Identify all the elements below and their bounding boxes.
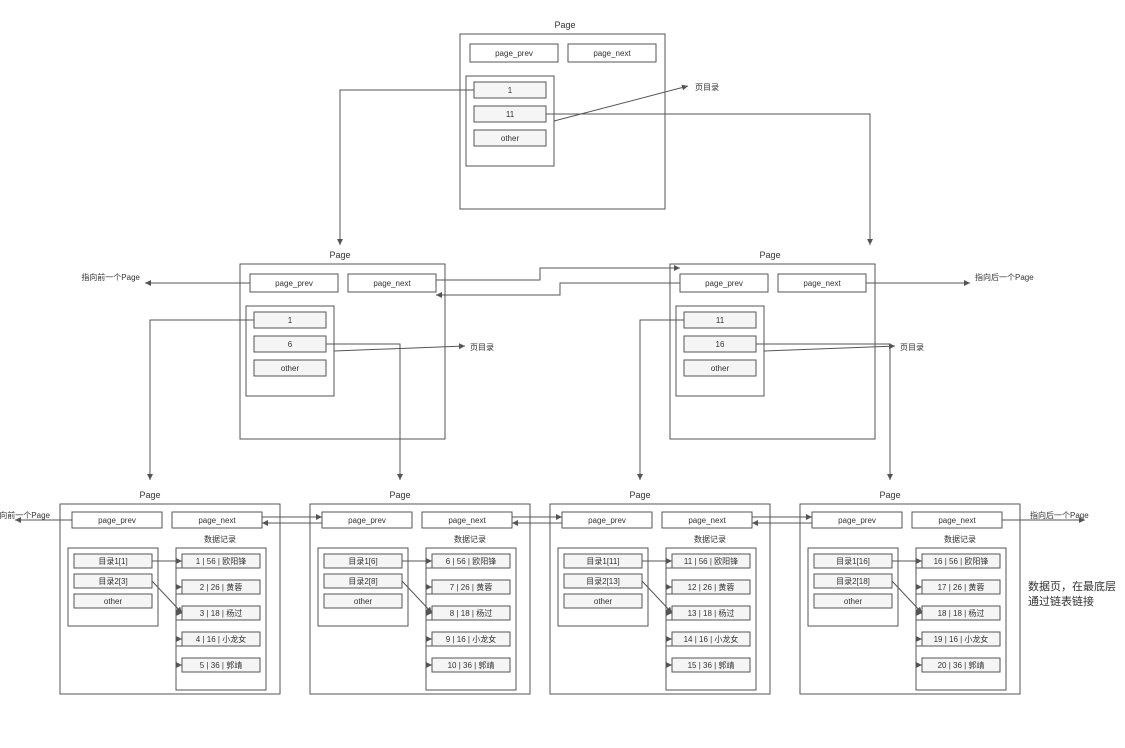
svg-text:数据记录: 数据记录 xyxy=(204,534,236,544)
svg-text:目录1[1]: 目录1[1] xyxy=(98,557,127,566)
svg-text:13 | 18 | 杨过: 13 | 18 | 杨过 xyxy=(688,608,735,618)
svg-text:other: other xyxy=(281,364,300,373)
leaf-4: Page page_prev page_next 数据记录 目录1[16] 目录… xyxy=(800,490,1020,694)
svg-text:15 | 36 | 郭靖: 15 | 36 | 郭靖 xyxy=(688,660,735,670)
svg-text:other: other xyxy=(594,597,613,606)
svg-text:page_next: page_next xyxy=(593,49,631,58)
svg-text:目录2[18]: 目录2[18] xyxy=(836,577,870,586)
svg-text:3 | 18 | 杨过: 3 | 18 | 杨过 xyxy=(200,608,242,618)
svg-text:14 | 16 | 小龙女: 14 | 16 | 小龙女 xyxy=(684,634,739,644)
svg-text:page_prev: page_prev xyxy=(275,279,313,288)
svg-text:9 | 16 | 小龙女: 9 | 16 | 小龙女 xyxy=(446,634,496,644)
svg-text:1 | 56 | 欧阳锋: 1 | 56 | 欧阳锋 xyxy=(196,556,246,566)
svg-text:数据记录: 数据记录 xyxy=(694,534,726,544)
svg-text:18 | 18 | 杨过: 18 | 18 | 杨过 xyxy=(938,608,985,618)
svg-text:页目录: 页目录 xyxy=(900,343,924,352)
mid-right-next-label: 指向后一个Page xyxy=(975,272,1034,282)
svg-text:11 | 56 | 欧阳锋: 11 | 56 | 欧阳锋 xyxy=(684,556,738,566)
svg-text:目录1[16]: 目录1[16] xyxy=(836,557,870,566)
svg-text:6: 6 xyxy=(288,340,293,349)
svg-text:1: 1 xyxy=(288,316,293,325)
svg-text:11: 11 xyxy=(506,110,515,119)
svg-text:Page: Page xyxy=(329,250,350,260)
svg-text:page_prev: page_prev xyxy=(705,279,743,288)
svg-text:other: other xyxy=(354,597,373,606)
svg-text:8 | 18 | 杨过: 8 | 18 | 杨过 xyxy=(450,608,492,618)
leaf-2: Page page_prev page_next 数据记录 目录1[6] 目录2… xyxy=(310,490,530,694)
svg-text:page_next: page_next xyxy=(688,516,726,525)
svg-text:page_prev: page_prev xyxy=(348,516,386,525)
svg-text:2 | 26 | 黄蓉: 2 | 26 | 黄蓉 xyxy=(200,582,242,592)
mid-left-prev-label: 指向前一个Page xyxy=(81,272,140,282)
svg-text:16: 16 xyxy=(716,340,725,349)
svg-text:other: other xyxy=(501,134,520,143)
svg-text:4 | 16 | 小龙女: 4 | 16 | 小龙女 xyxy=(196,634,246,644)
svg-text:page_prev: page_prev xyxy=(838,516,876,525)
leaf-next-label: 指向后一个Page xyxy=(1030,510,1089,520)
svg-text:page_next: page_next xyxy=(448,516,486,525)
svg-text:Page: Page xyxy=(759,250,780,260)
svg-text:12 | 26 | 黄蓉: 12 | 26 | 黄蓉 xyxy=(688,582,735,592)
svg-text:11: 11 xyxy=(716,316,725,325)
svg-text:1: 1 xyxy=(508,86,513,95)
svg-text:16 | 56 | 欧阳锋: 16 | 56 | 欧阳锋 xyxy=(934,556,989,566)
leaf-prev-label: 指向前一个Page xyxy=(0,510,51,520)
svg-text:目录1[11]: 目录1[11] xyxy=(586,557,619,566)
svg-text:目录2[13]: 目录2[13] xyxy=(586,577,620,586)
svg-text:page_next: page_next xyxy=(198,516,236,525)
leaf-1: Page page_prev page_next 数据记录 目录1[1] 目录2… xyxy=(60,490,280,694)
svg-text:10 | 36 | 郭靖: 10 | 36 | 郭靖 xyxy=(448,660,495,670)
svg-text:page_next: page_next xyxy=(803,279,841,288)
svg-text:5 | 36 | 郭靖: 5 | 36 | 郭靖 xyxy=(200,660,242,670)
svg-text:other: other xyxy=(104,597,123,606)
svg-text:Page: Page xyxy=(879,490,900,500)
svg-text:页目录: 页目录 xyxy=(470,343,494,352)
svg-text:page_prev: page_prev xyxy=(98,516,136,525)
svg-text:目录2[3]: 目录2[3] xyxy=(98,577,127,586)
svg-text:Page: Page xyxy=(389,490,410,500)
svg-text:page_prev: page_prev xyxy=(588,516,626,525)
svg-text:other: other xyxy=(844,597,863,606)
svg-text:page_prev: page_prev xyxy=(495,49,533,58)
svg-text:7 | 26 | 黄蓉: 7 | 26 | 黄蓉 xyxy=(450,582,492,592)
svg-text:目录1[6]: 目录1[6] xyxy=(348,557,377,566)
svg-text:Page: Page xyxy=(139,490,160,500)
svg-text:other: other xyxy=(711,364,730,373)
root-dir-label: 页目录 xyxy=(695,83,719,92)
svg-text:19 | 16 | 小龙女: 19 | 16 | 小龙女 xyxy=(934,634,989,644)
svg-text:数据记录: 数据记录 xyxy=(454,534,486,544)
svg-text:17 | 26 | 黄蓉: 17 | 26 | 黄蓉 xyxy=(938,582,985,592)
svg-text:目录2[8]: 目录2[8] xyxy=(348,577,377,586)
svg-text:page_next: page_next xyxy=(373,279,411,288)
svg-text:page_next: page_next xyxy=(938,516,976,525)
root-title: Page xyxy=(554,20,575,30)
svg-text:20 | 36 | 郭靖: 20 | 36 | 郭靖 xyxy=(938,660,985,670)
svg-text:Page: Page xyxy=(629,490,650,500)
svg-text:6 | 56 | 欧阳锋: 6 | 56 | 欧阳锋 xyxy=(446,556,496,566)
btree-diagram: Page page_prev page_next 1 11 other 页目录 … xyxy=(0,0,1125,748)
svg-text:数据记录: 数据记录 xyxy=(944,534,976,544)
datapage-note: 数据页，在最底层通过链表链接 xyxy=(1028,580,1118,611)
leaf-3: Page page_prev page_next 数据记录 目录1[11] 目录… xyxy=(550,490,770,694)
